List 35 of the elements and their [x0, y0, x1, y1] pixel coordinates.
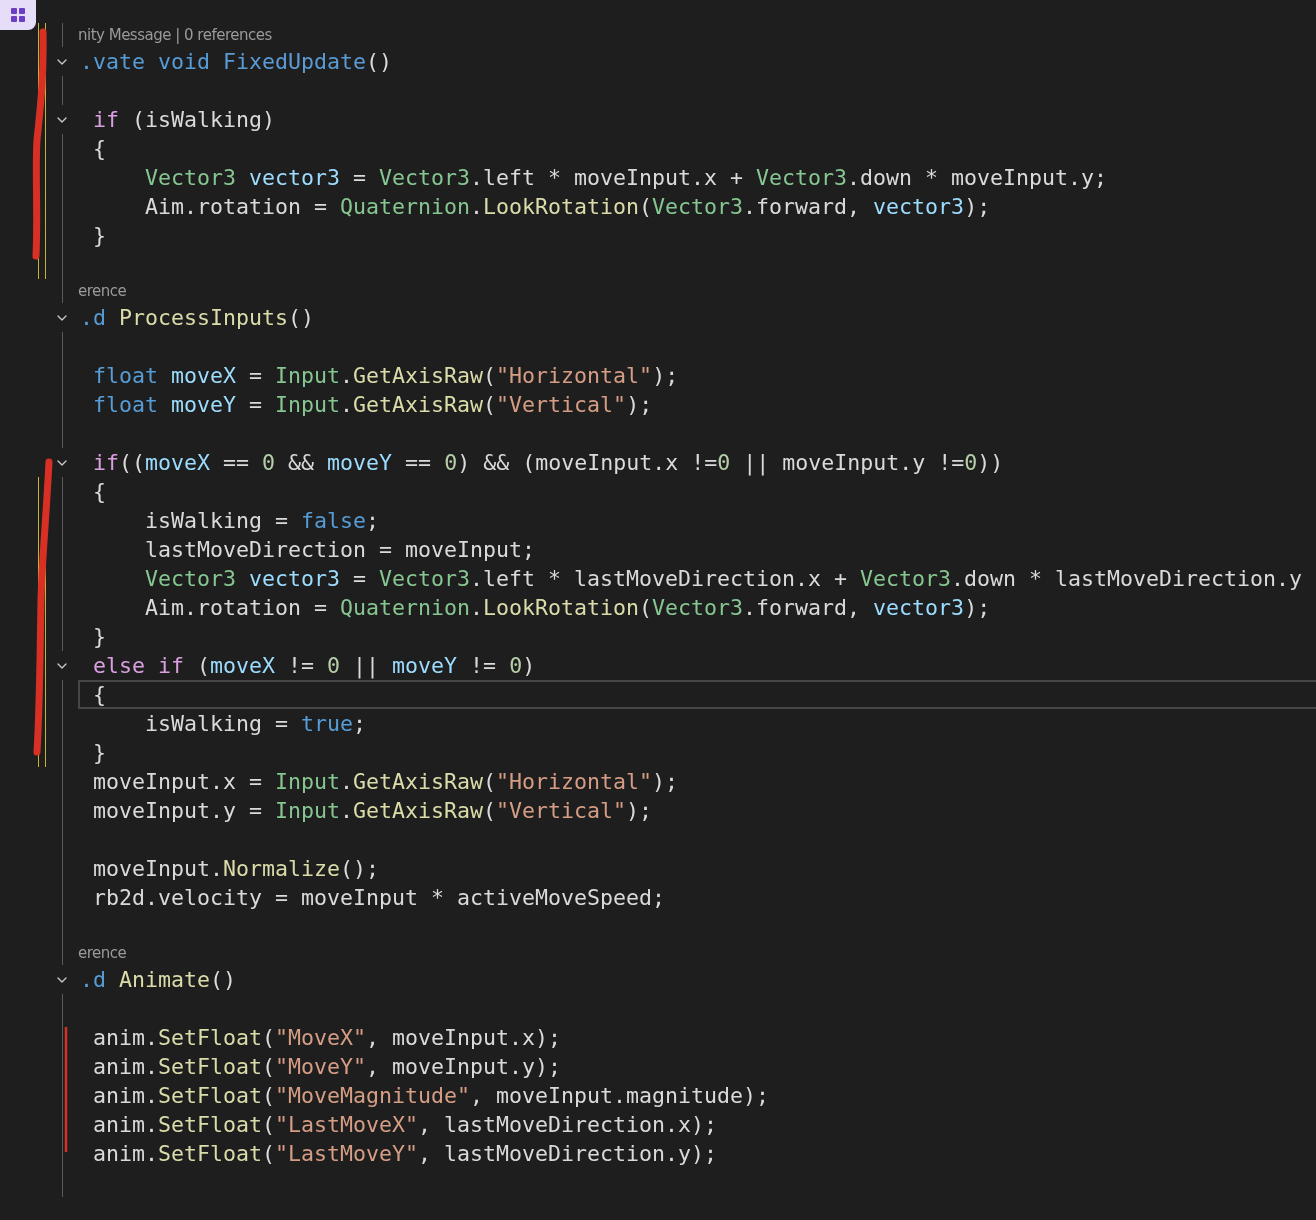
- code-line: .d ProcessInputs(): [80, 304, 316, 332]
- grid-icon: [10, 7, 26, 23]
- code-line: {: [92, 135, 107, 163]
- code-line: anim.SetFloat("LastMoveX", lastMoveDirection.x);: [92, 1111, 719, 1139]
- code-line: moveInput.x = Input.GetAxisRaw("Horizontal");: [92, 768, 680, 796]
- code-line: isWalking = true;: [144, 710, 368, 738]
- code-line: anim.SetFloat("LastMoveY", lastMoveDirection.y);: [92, 1140, 719, 1168]
- code-line: Vector3 vector3 = Vector3.left * lastMoveDirection.x + Vector3.down * lastMoveDirection.y: [144, 565, 1304, 593]
- code-line: float moveY = Input.GetAxisRaw("Vertical");: [92, 391, 654, 419]
- code-line: Vector3 vector3 = Vector3.left * moveInput.x + Vector3.down * moveInput.y;: [144, 164, 1109, 192]
- code-line: moveInput.y = Input.GetAxisRaw("Vertical");: [92, 797, 654, 825]
- code-line: Aim.rotation = Quaternion.LookRotation(Vector3.forward, vector3);: [144, 193, 992, 221]
- code-line: Aim.rotation = Quaternion.LookRotation(Vector3.forward, vector3);: [144, 594, 992, 622]
- code-line: .d Animate(): [80, 966, 238, 994]
- code-line: lastMoveDirection = moveInput;: [144, 536, 537, 564]
- code-line: }: [92, 222, 107, 250]
- code-line: anim.SetFloat("MoveY", moveInput.y);: [92, 1053, 563, 1081]
- code-line: rb2d.velocity = moveInput * activeMoveSpeed;: [92, 884, 667, 912]
- code-line: else if (moveX != 0 || moveY != 0): [92, 652, 537, 680]
- codelens-text[interactable]: erence: [78, 279, 1316, 303]
- code-line: if (isWalking): [92, 106, 277, 134]
- code-line: }: [92, 739, 107, 767]
- codelens-text[interactable]: erence: [78, 941, 1316, 965]
- code-line: float moveX = Input.GetAxisRaw("Horizontal");: [92, 362, 680, 390]
- code-line: if((moveX == 0 && moveY == 0) && (moveInput.x !=0 || moveInput.y !=0)): [92, 449, 1005, 477]
- code-line: moveInput.Normalize();: [92, 855, 381, 883]
- code-line: {: [92, 478, 107, 506]
- code-line: isWalking = false;: [144, 507, 381, 535]
- code-line: {: [78, 680, 1316, 709]
- code-line: anim.SetFloat("MoveX", moveInput.x);: [92, 1024, 563, 1052]
- code-line: anim.SetFloat("MoveMagnitude", moveInput.magnitude);: [92, 1082, 771, 1110]
- code-line: .vate void FixedUpdate(): [80, 48, 394, 76]
- app-tile[interactable]: [0, 0, 36, 30]
- code-line: }: [92, 623, 107, 651]
- codelens-text[interactable]: nity Message | 0 references: [78, 23, 1316, 47]
